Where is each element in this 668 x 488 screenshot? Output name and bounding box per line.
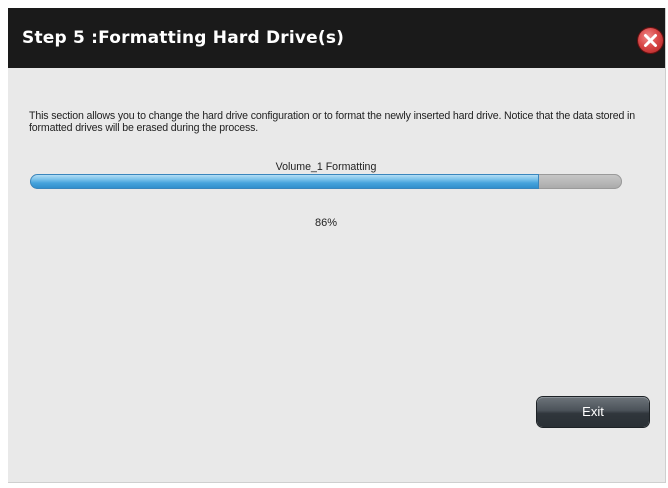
progress-fill — [30, 174, 540, 189]
progress-bar — [30, 174, 622, 189]
exit-button[interactable]: Exit — [537, 397, 649, 427]
description-text: This section allows you to change the ha… — [29, 110, 636, 134]
dialog-title-bar: Step 5 :Formatting Hard Drive(s) — [8, 8, 665, 68]
close-icon — [644, 34, 657, 47]
close-button[interactable] — [638, 28, 663, 53]
progress-percent: 86% — [314, 217, 338, 229]
formatting-dialog: Step 5 :Formatting Hard Drive(s) This se… — [8, 8, 666, 483]
progress-label: Volume_1 Formatting — [275, 161, 377, 173]
dialog-title: Step 5 :Formatting Hard Drive(s) — [22, 28, 345, 48]
